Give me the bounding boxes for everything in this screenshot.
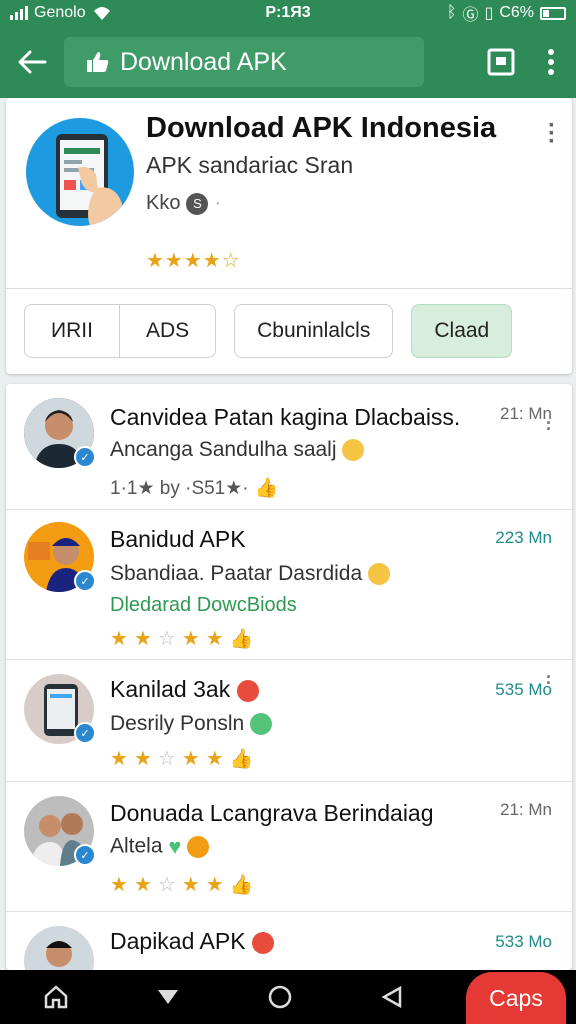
review-stats: 1·1★ by ·S51★· 👍	[110, 477, 279, 500]
developer-badge-icon: S	[186, 192, 209, 215]
review-text: Ancanga Sandulha saalj	[110, 438, 365, 462]
tab-segment-ads[interactable]: ADS	[118, 305, 215, 357]
app-header-card: Download APK Indonesia APK sandariac Sra…	[6, 98, 572, 374]
review-text: Altela ♥	[110, 834, 210, 860]
divider	[6, 288, 572, 289]
like-icon: 👍	[229, 874, 254, 896]
emoji-icon	[368, 563, 391, 586]
emoji-icon	[236, 679, 259, 702]
review-sub: Dledarad DowcBiods	[110, 594, 297, 616]
app-subtitle: APK sandariac Sran	[146, 152, 354, 178]
developer-label: Kko	[146, 192, 181, 214]
review-time: 533 Mo	[495, 932, 552, 951]
home-button[interactable]	[0, 970, 112, 1024]
verified-badge-icon: ✓	[74, 446, 96, 468]
vibrate-icon: ▯	[484, 5, 494, 22]
battery-percent: C6%	[499, 4, 534, 21]
like-icon: 👍	[229, 628, 254, 650]
verified-badge-icon: ✓	[74, 844, 96, 866]
verified-badge-icon: ✓	[74, 722, 96, 744]
triangle-left-icon	[381, 986, 402, 1008]
carrier-label: Genolo	[34, 4, 86, 21]
review-time: 21: Mn	[500, 800, 552, 819]
list-item[interactable]: ✓ Kanilad 3ak Desrily Ponsln ★ ★ ☆ ★ ★ 👍 535 …	[6, 660, 572, 782]
app-rating-stars: ★★★★☆	[146, 250, 241, 272]
segmented-control: ИRII ADS	[24, 304, 217, 358]
heart-icon: ♥	[168, 834, 182, 859]
battery-icon	[540, 6, 566, 20]
circle-button[interactable]	[224, 970, 336, 1024]
search-field[interactable]: Download APK	[64, 37, 424, 87]
avatar	[24, 926, 94, 970]
emoji-icon	[250, 713, 273, 736]
review-title: Dapikad APK	[110, 928, 274, 955]
back-nav-button[interactable]	[336, 970, 448, 1024]
emoji-icon	[342, 439, 365, 462]
app-title: Download APK Indonesia	[146, 112, 497, 144]
review-more-icon[interactable]: · ·	[546, 668, 552, 692]
more-vertical-icon	[548, 49, 554, 75]
circle-icon	[268, 985, 292, 1009]
review-more-icon[interactable]: · ·	[546, 414, 552, 438]
review-time: 21: Mn	[500, 404, 552, 423]
down-button[interactable]	[112, 970, 224, 1024]
app-more-icon[interactable]: · · ·	[548, 114, 556, 154]
tab-segment-1[interactable]: ИRII	[25, 305, 119, 357]
review-title: Donuada Lcangrava Berindaiag	[110, 800, 434, 826]
app-meta: Kko S ·	[146, 192, 222, 215]
list-item[interactable]: ✓ Canvidea Patan kagina Dlacbaiss. Ancan…	[6, 384, 572, 510]
wifi-icon	[93, 7, 110, 20]
bookmark-box-icon	[487, 48, 515, 76]
emoji-icon	[187, 836, 210, 858]
review-stars: ★ ★ ☆ ★ ★ 👍	[110, 874, 254, 896]
verified-badge-icon: ✓	[74, 570, 96, 592]
review-time: 223 Mn	[495, 528, 552, 547]
filter-tabs: ИRII ADS Cbuninlalcls Claad	[24, 304, 513, 358]
like-icon: 👍	[229, 748, 254, 770]
app-icon[interactable]	[26, 118, 134, 226]
status-bar: Genolo P:1Я3 ᛒ Ⓖ ▯ C6%	[0, 0, 576, 26]
reviews-card: ✓ Canvidea Patan kagina Dlacbaiss. Ancan…	[6, 384, 572, 970]
active-pill[interactable]: Claad	[411, 304, 513, 358]
app-toolbar: Download APK	[0, 26, 576, 98]
filter-pill[interactable]: Cbuninlalcls	[234, 304, 394, 358]
like-icon: 👍	[254, 478, 279, 499]
back-arrow-icon	[18, 50, 47, 74]
bookmark-button[interactable]	[476, 26, 526, 98]
review-stars: ★ ★ ☆ ★ ★ 👍	[110, 748, 254, 770]
thumbs-up-icon	[87, 52, 109, 72]
review-title: Kanilad 3ak	[110, 676, 259, 703]
list-item[interactable]: ✓ Banidud APK Sbandiaa. Paatar Dasrdida …	[6, 510, 572, 660]
review-title: Canvidea Patan kagina Dlacbaiss.	[110, 404, 461, 430]
sync-icon: Ⓖ	[462, 7, 479, 24]
list-item[interactable]: ✓ Donuada Lcangrava Berindaiag Altela ♥ …	[6, 782, 572, 912]
review-time: 535 Mo	[495, 680, 552, 699]
back-button[interactable]	[0, 26, 64, 98]
search-text: Download APK	[120, 47, 287, 76]
phone-in-hand-icon	[56, 134, 122, 226]
signal-icon	[10, 6, 28, 20]
list-item[interactable]: Dapikad APK 533 Mo	[6, 912, 572, 970]
review-text: Sbandiaa. Paatar Dasrdida	[110, 562, 391, 586]
bluetooth-icon: ᛒ	[446, 4, 457, 21]
review-text: Desrily Ponsln	[110, 712, 273, 736]
overflow-menu-button[interactable]	[526, 26, 576, 98]
caps-button[interactable]: Caps	[466, 972, 566, 1024]
emoji-icon	[251, 931, 274, 954]
review-stars: ★ ★ ☆ ★ ★ 👍	[110, 628, 254, 650]
home-icon	[44, 985, 68, 1009]
review-title: Banidud APK	[110, 526, 246, 552]
triangle-down-icon	[158, 990, 178, 1004]
